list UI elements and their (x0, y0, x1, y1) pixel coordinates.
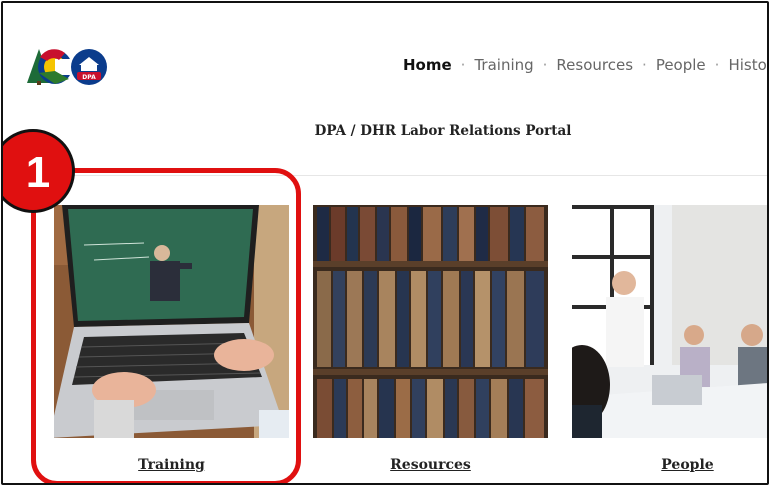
card-caption-people[interactable]: People (570, 457, 767, 473)
card-training[interactable]: Training (54, 205, 289, 473)
colorado-logo[interactable]: DPA (25, 45, 109, 87)
site-title: DPA / DHR Labor Relations Portal (314, 123, 572, 139)
training-photo[interactable] (54, 205, 289, 438)
step-number-badge: 1 (3, 129, 75, 213)
nav-item-people[interactable]: People (656, 56, 706, 74)
people-photo[interactable] (572, 205, 768, 438)
nav-item-resources[interactable]: Resources (556, 56, 633, 74)
page-frame: DPA Home · Training · Resources · People · Histo… (1, 1, 769, 485)
nav-separator: · (542, 56, 548, 74)
nav-separator: · (642, 56, 647, 74)
logo-badge-text: DPA (82, 74, 96, 81)
card-caption-training[interactable]: Training (54, 457, 289, 473)
main-nav: Home·Training·Resources·People·History· (403, 56, 767, 74)
nav-item-home[interactable]: Home (403, 56, 452, 74)
card-people[interactable]: People (572, 205, 768, 473)
header-divider (3, 175, 767, 176)
nav-separator: · (714, 56, 720, 74)
nav-item-training[interactable]: Training (474, 56, 533, 74)
nav-separator: · (460, 56, 466, 74)
card-caption-resources[interactable]: Resources (313, 457, 548, 473)
nav-item-history[interactable]: History (728, 56, 767, 74)
resources-photo[interactable] (313, 205, 548, 438)
card-resources[interactable]: Resources (313, 205, 548, 473)
